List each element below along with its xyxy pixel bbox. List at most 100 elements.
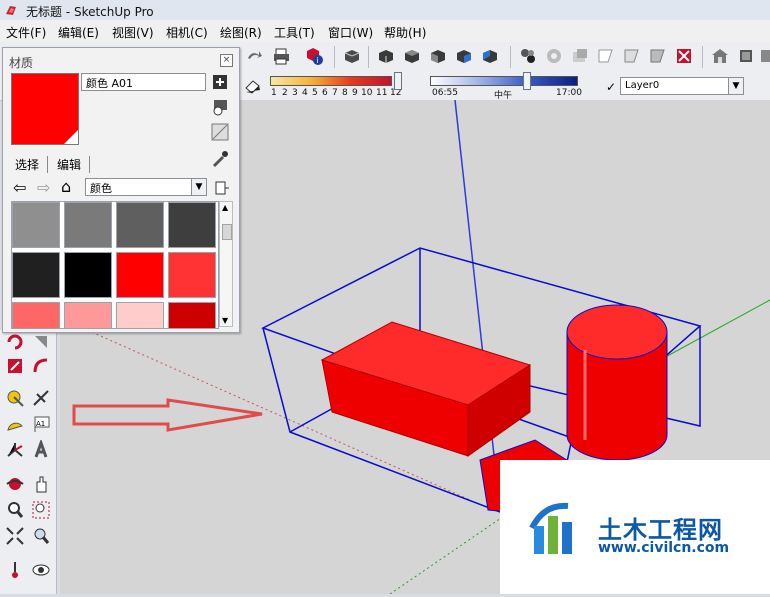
annotation-arrow xyxy=(72,398,263,432)
shadow-toggle-icon[interactable] xyxy=(243,76,263,96)
axes-icon[interactable] xyxy=(5,440,25,460)
shadow-time-slider[interactable] xyxy=(430,76,578,86)
menu-bar: 文件(F) 编辑(E) 视图(V) 相机(C) 绘图(R) 工具(T) 窗口(W… xyxy=(0,20,770,43)
shaded-textures-icon[interactable] xyxy=(648,46,668,66)
dimension-icon[interactable] xyxy=(31,388,51,408)
protractor-icon[interactable] xyxy=(5,414,25,434)
warehouse-icon[interactable] xyxy=(710,46,730,66)
material-swatch[interactable] xyxy=(64,302,112,328)
menu-camera[interactable]: 相机(C) xyxy=(166,24,208,41)
home-icon[interactable]: ⌂ xyxy=(61,177,71,196)
toolbar-separator xyxy=(702,46,703,68)
material-swatch[interactable] xyxy=(12,252,60,298)
tab-edit[interactable]: 编辑 xyxy=(55,156,91,173)
create-material-icon[interactable] xyxy=(211,73,229,94)
chevron-down-icon[interactable]: ▼ xyxy=(728,78,743,94)
tab-select[interactable]: 选择 xyxy=(13,156,49,173)
back-edges-icon[interactable] xyxy=(544,46,564,66)
scroll-thumb[interactable] xyxy=(222,224,232,240)
model-info-icon[interactable]: i xyxy=(304,46,324,66)
extension-icon[interactable] xyxy=(736,46,756,66)
shadow-date-thumb[interactable] xyxy=(394,72,402,90)
menu-edit[interactable]: 编辑(E) xyxy=(58,24,99,41)
menu-file[interactable]: 文件(F) xyxy=(6,24,46,41)
shaded-icon[interactable] xyxy=(622,46,642,66)
material-swatch[interactable] xyxy=(64,202,112,248)
material-swatch[interactable] xyxy=(168,202,216,248)
front-view-icon[interactable] xyxy=(428,46,448,66)
toolbar-separator xyxy=(510,46,511,68)
time-end-label: 17:00 xyxy=(556,88,582,98)
forward-arrow-icon[interactable]: ⇨ xyxy=(37,178,50,197)
sample-paint-icon[interactable] xyxy=(211,123,229,144)
red-cylinder xyxy=(566,304,668,461)
material-swatch[interactable] xyxy=(12,202,60,248)
month-tick: 5 xyxy=(312,88,318,98)
menu-window[interactable]: 窗口(W) xyxy=(328,24,373,41)
swatch-scrollbar[interactable]: ▲ ▼ xyxy=(219,201,233,327)
wireframe-icon[interactable] xyxy=(570,46,590,66)
zoom-window-icon[interactable] xyxy=(31,500,51,520)
orbit-icon[interactable] xyxy=(5,474,25,494)
current-material-swatch[interactable] xyxy=(11,73,79,145)
shadow-date-slider[interactable] xyxy=(270,76,392,86)
shadow-time-thumb[interactable] xyxy=(523,72,531,90)
material-swatch[interactable] xyxy=(116,302,164,328)
menu-view[interactable]: 视图(V) xyxy=(112,24,154,41)
component-icon[interactable] xyxy=(342,46,362,66)
right-view-icon[interactable] xyxy=(454,46,474,66)
hidden-line-icon[interactable] xyxy=(596,46,616,66)
iso-view-icon[interactable] xyxy=(376,46,396,66)
rotate-icon[interactable] xyxy=(5,332,25,352)
previous-view-icon[interactable] xyxy=(31,526,51,546)
layer-select[interactable]: Layer0 ▼ xyxy=(620,77,744,95)
scale-icon[interactable] xyxy=(5,356,25,376)
text-icon[interactable]: A1 xyxy=(31,414,51,434)
default-material-icon[interactable] xyxy=(211,98,229,119)
back-view-icon[interactable] xyxy=(480,46,500,66)
left-toolbar: A1 xyxy=(0,330,57,594)
zoom-icon[interactable] xyxy=(5,500,25,520)
material-swatch[interactable] xyxy=(64,252,112,298)
scroll-down-icon[interactable]: ▼ xyxy=(222,316,228,325)
month-tick: 1 xyxy=(271,88,277,98)
follow-me-icon[interactable] xyxy=(31,332,51,352)
redo-icon[interactable] xyxy=(244,46,264,66)
material-name-field[interactable]: 颜色 A01 xyxy=(81,73,206,91)
xray-icon[interactable] xyxy=(518,46,538,66)
3d-text-icon[interactable] xyxy=(31,438,51,460)
material-category-value: 颜色 xyxy=(90,182,112,195)
back-arrow-icon[interactable]: ⇦ xyxy=(13,178,26,197)
monochrome-icon[interactable] xyxy=(674,46,694,66)
position-camera-icon[interactable] xyxy=(5,560,25,580)
layer-check-icon: ✓ xyxy=(606,80,617,94)
material-swatch[interactable] xyxy=(168,252,216,298)
scroll-up-icon[interactable]: ▲ xyxy=(222,203,228,212)
material-category-select[interactable]: 颜色 ▼ xyxy=(85,178,207,196)
top-view-icon[interactable] xyxy=(402,46,422,66)
offset-icon[interactable] xyxy=(31,356,51,376)
month-tick: 2 xyxy=(282,88,288,98)
menu-draw[interactable]: 绘图(R) xyxy=(220,24,262,41)
menu-help[interactable]: 帮助(H) xyxy=(384,24,426,41)
look-around-icon[interactable] xyxy=(31,560,51,580)
layer-select-value: Layer0 xyxy=(625,80,660,91)
print-icon[interactable] xyxy=(272,46,292,66)
material-swatch[interactable] xyxy=(12,302,60,328)
layer-manager-icon[interactable] xyxy=(760,46,770,66)
zoom-extents-icon[interactable] xyxy=(5,526,25,546)
material-swatch[interactable] xyxy=(116,252,164,298)
time-start-label: 06:55 xyxy=(432,88,458,98)
details-icon[interactable] xyxy=(213,180,229,199)
eyedropper-icon[interactable] xyxy=(211,150,229,171)
material-swatch[interactable] xyxy=(116,202,164,248)
title-bar: 无标题 - SketchUp Pro xyxy=(0,0,770,21)
chevron-down-icon[interactable]: ▼ xyxy=(191,179,206,195)
close-icon[interactable]: × xyxy=(220,54,233,67)
logo-mark-icon xyxy=(529,502,572,554)
menu-tools[interactable]: 工具(T) xyxy=(274,24,315,41)
tape-measure-icon[interactable] xyxy=(5,388,25,408)
pan-icon[interactable] xyxy=(31,474,51,494)
material-swatch[interactable] xyxy=(168,302,216,328)
material-swatch-grid xyxy=(11,201,219,329)
